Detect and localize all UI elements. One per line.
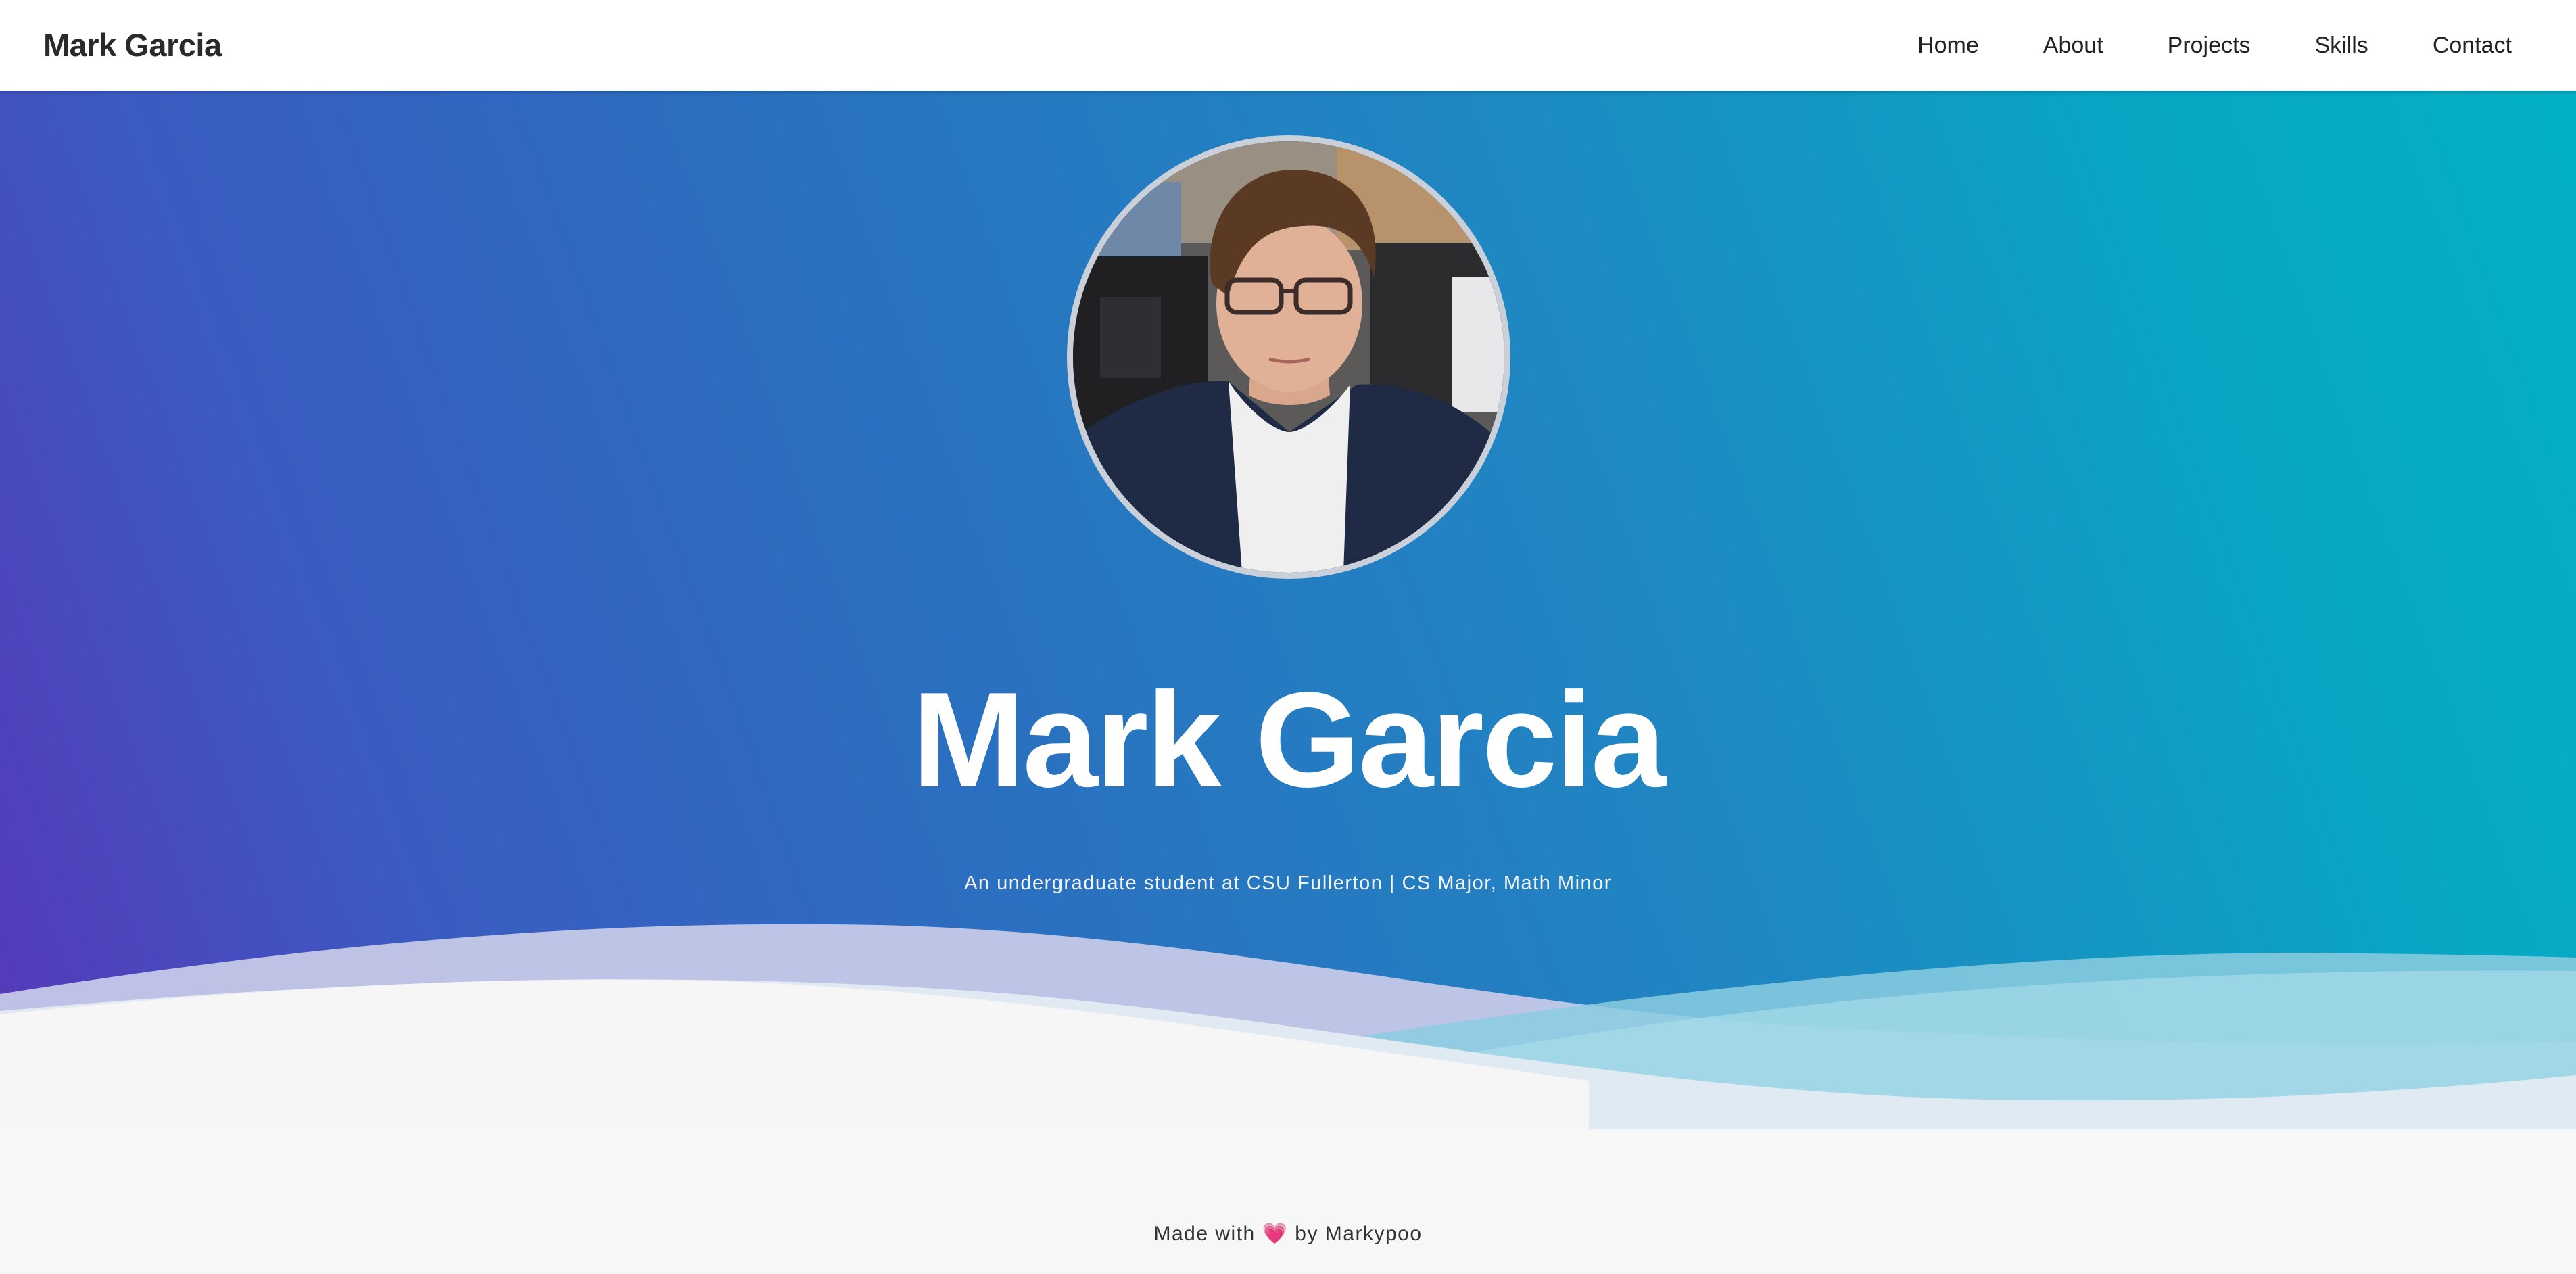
nav-link-projects[interactable]: Projects xyxy=(2168,32,2251,59)
footer-suffix: by Markypoo xyxy=(1295,1223,1423,1245)
nav-link-skills[interactable]: Skills xyxy=(2314,32,2368,59)
nav-link-home[interactable]: Home xyxy=(1917,32,1979,59)
navbar: Mark Garcia Home About Projects Skills C… xyxy=(0,0,2576,91)
heart-icon: 💗 xyxy=(1262,1223,1289,1245)
profile-photo-icon xyxy=(1073,141,1504,573)
footer: Made with 💗 by Markypoo xyxy=(0,1222,2576,1246)
wave-divider xyxy=(0,924,2576,1274)
hero-title: Mark Garcia xyxy=(911,665,1666,816)
page: Mark Garcia Home About Projects Skills C… xyxy=(0,0,2576,1274)
profile-avatar xyxy=(1067,135,1510,579)
brand-logo[interactable]: Mark Garcia xyxy=(43,0,222,91)
hero-subtitle: An undergraduate student at CSU Fullerto… xyxy=(964,872,1612,894)
nav-link-contact[interactable]: Contact xyxy=(2433,32,2512,59)
nav-links: Home About Projects Skills Contact xyxy=(1853,0,2512,91)
footer-prefix: Made with xyxy=(1153,1223,1256,1245)
nav-link-about[interactable]: About xyxy=(2043,32,2103,59)
